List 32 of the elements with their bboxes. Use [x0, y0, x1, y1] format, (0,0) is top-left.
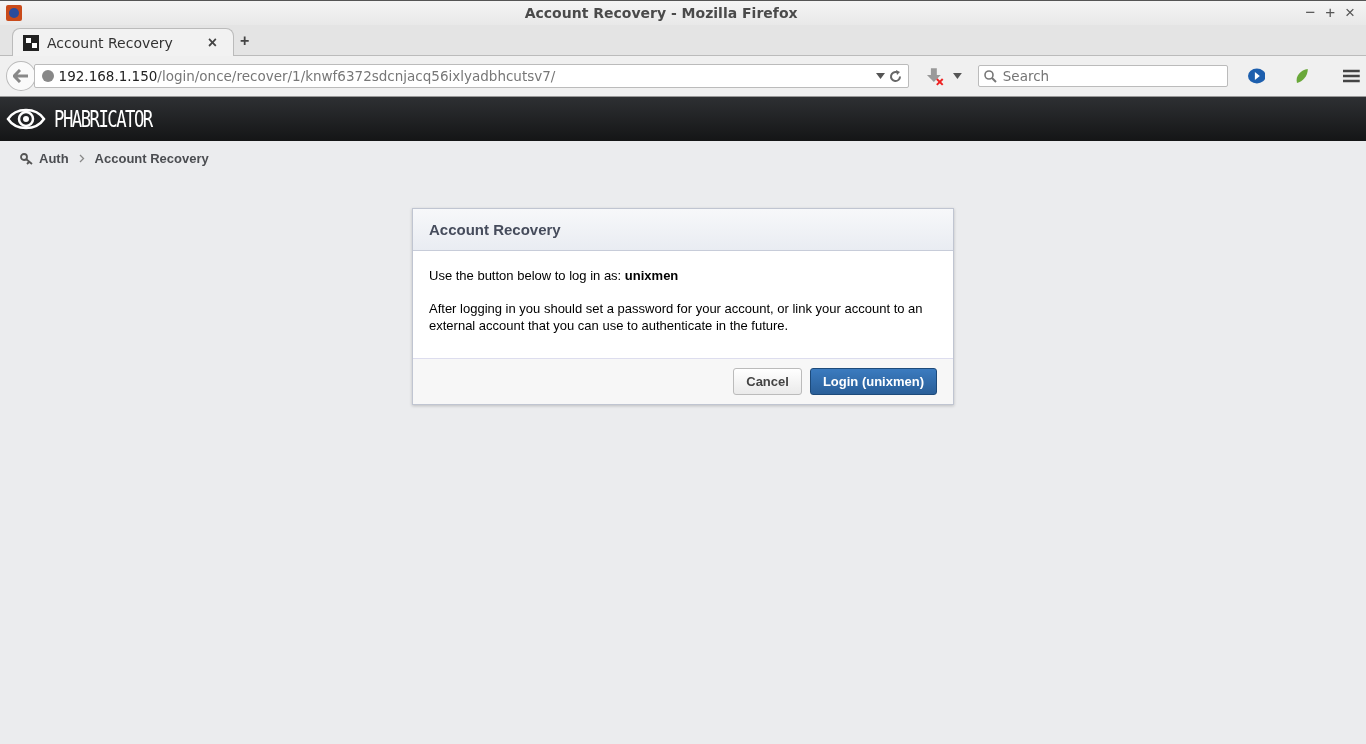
- eye-logo-icon: [6, 106, 46, 132]
- window-control[interactable]: +: [1320, 3, 1341, 23]
- dialog-title: Account Recovery: [413, 209, 953, 251]
- window-title: Account Recovery - Mozilla Firefox: [523, 5, 799, 21]
- app-logo[interactable]: PHABRICATOR: [54, 106, 152, 132]
- browser-tab[interactable]: Account Recovery ×: [12, 28, 234, 56]
- cancel-button[interactable]: Cancel: [733, 368, 802, 395]
- new-tab-button[interactable]: +: [234, 32, 256, 50]
- window-control[interactable]: −: [1300, 3, 1321, 23]
- play-button-icon[interactable]: [1247, 68, 1266, 84]
- close-tab-button[interactable]: ×: [201, 33, 223, 52]
- url-path: /login/once/recover/1/knwf6372sdcnjacq56ixlyadbhcutsv7/: [157, 68, 556, 84]
- url-host: 192.168.1.150: [58, 68, 158, 84]
- reload-icon[interactable]: [889, 69, 903, 83]
- key-icon: [20, 152, 33, 165]
- login-button[interactable]: Login (unixmen): [809, 368, 937, 395]
- breadcrumb-link[interactable]: Account Recovery: [94, 151, 209, 166]
- leaf-icon[interactable]: [1295, 68, 1310, 84]
- download-icon[interactable]: [925, 66, 945, 86]
- chevron-right-icon: [78, 154, 85, 163]
- dropdown-caret-icon[interactable]: [952, 73, 962, 79]
- dropdown-caret-icon[interactable]: [876, 73, 886, 79]
- search-field[interactable]: Search: [977, 65, 1228, 87]
- dialog-text: Use the button below to log in as: unixmen: [429, 267, 680, 284]
- breadcrumb-link[interactable]: Auth: [39, 151, 69, 166]
- address-bar[interactable]: 192.168.1.150/login/once/recover/1/knwf6372sdcnjacq56ixlyadbhcutsv7/: [33, 64, 910, 88]
- back-button[interactable]: [6, 61, 36, 91]
- dialog-text: After logging in you should set a password for your account, or link your account to an external account that you can use to authenticate in the future.: [429, 300, 924, 334]
- back-arrow-icon: [12, 69, 29, 83]
- tab-label: Account Recovery: [47, 34, 174, 51]
- window-control[interactable]: ×: [1340, 3, 1360, 23]
- menu-icon[interactable]: [1343, 69, 1360, 83]
